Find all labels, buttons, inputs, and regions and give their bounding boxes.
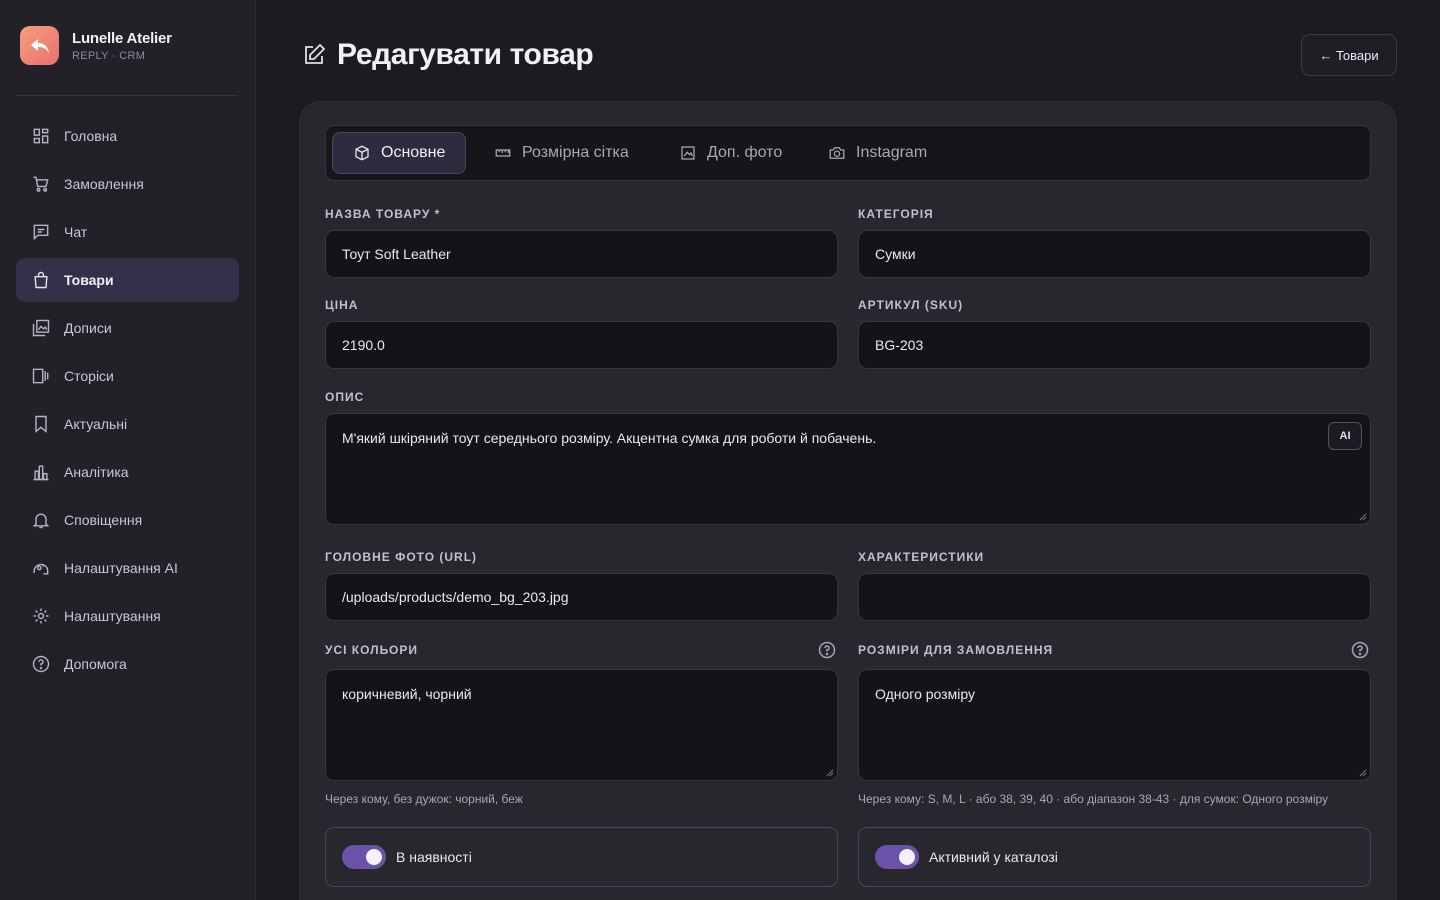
- specs-input[interactable]: [858, 573, 1371, 621]
- brand[interactable]: Lunelle Atelier REPLY · CRM: [20, 26, 172, 65]
- reply-logo-icon: [20, 26, 59, 65]
- chat-icon: [31, 222, 51, 242]
- price-label: ЦІНА: [325, 298, 359, 312]
- description-text: М'який шкіряний тоут середнього розміру.…: [342, 430, 877, 446]
- category-input[interactable]: Сумки: [858, 230, 1371, 278]
- specs-label: ХАРАКТЕРИСТИКИ: [858, 550, 985, 564]
- tab-basic[interactable]: Основне: [332, 132, 467, 174]
- sidebar-item-ai-settings[interactable]: Налаштування AI: [16, 546, 239, 590]
- brand-subtitle: REPLY · CRM: [72, 49, 146, 62]
- sidebar-item-label: Аналітика: [64, 464, 129, 480]
- sidebar-item-label: Налаштування AI: [64, 560, 178, 576]
- box-icon: [355, 145, 369, 161]
- sku-input[interactable]: BG-203: [858, 321, 1371, 369]
- bookmark-icon: [31, 414, 51, 434]
- page-title-text: Редагувати товар: [337, 38, 594, 71]
- main-photo-label: ГОЛОВНЕ ФОТО (URL): [325, 550, 478, 564]
- sidebar-item-label: Сповіщення: [64, 512, 143, 528]
- sidebar-item-label: Головна: [64, 128, 118, 144]
- sidebar-item-stories[interactable]: Сторіси: [16, 354, 239, 398]
- sidebar-item-label: Товари: [64, 272, 114, 288]
- sidebar-item-analytics[interactable]: Аналітика: [16, 450, 239, 494]
- analytics-icon: [31, 462, 51, 482]
- sidebar-item-label: Чат: [64, 224, 88, 240]
- sizes-hint: Через кому: S, M, L · або 38, 39, 40 · а…: [858, 792, 1329, 806]
- dashboard-icon: [31, 126, 51, 146]
- sidebar-divider: [16, 95, 238, 96]
- active-label: Активний у каталозі: [929, 849, 1058, 865]
- tab-label: Розмірна сітка: [522, 144, 629, 161]
- sidebar-item-chat[interactable]: Чат: [16, 210, 239, 254]
- sidebar-item-label: Сторіси: [64, 368, 114, 384]
- sidebar-item-help[interactable]: Допомога: [16, 642, 239, 686]
- sidebar-item-posts[interactable]: Дописи: [16, 306, 239, 350]
- sizes-label: РОЗМІРИ ДЛЯ ЗАМОВЛЕННЯ: [858, 643, 1054, 657]
- sidebar-item-orders[interactable]: Замовлення: [16, 162, 239, 206]
- resize-handle-icon[interactable]: [826, 769, 834, 777]
- colors-text: коричневий, чорний: [342, 686, 472, 702]
- tab-bar: Основне Розмірна сітка Доп. фото Instagr…: [325, 125, 1371, 181]
- in-stock-toggle-row[interactable]: В наявності: [325, 827, 838, 887]
- colors-label: УСІ КОЛЬОРИ: [325, 643, 419, 657]
- tab-label: Доп. фото: [707, 144, 783, 161]
- ai-settings-icon: [31, 558, 51, 578]
- active-toggle[interactable]: [875, 845, 919, 869]
- sidebar-item-label: Налаштування: [64, 608, 161, 624]
- active-toggle-row[interactable]: Активний у каталозі: [858, 827, 1371, 887]
- main-photo-input[interactable]: /uploads/products/demo_bg_203.jpg: [325, 573, 838, 621]
- cart-icon: [31, 174, 51, 194]
- ruler-icon: [495, 149, 511, 157]
- sidebar-item-label: Актуальні: [64, 416, 128, 432]
- sidebar-item-label: Замовлення: [64, 176, 144, 192]
- back-to-products-button[interactable]: ← Товари: [1301, 34, 1397, 76]
- sidebar-item-label: Дописи: [64, 320, 112, 336]
- tab-instagram[interactable]: Instagram: [828, 132, 927, 174]
- sidebar-nav: Головна Замовлення Чат Товари Дописи Сто…: [16, 114, 239, 690]
- colors-hint: Через кому, без дужок: чорний, беж: [325, 792, 523, 806]
- brand-name: Lunelle Atelier: [72, 29, 172, 47]
- image-icon: [681, 146, 695, 160]
- price-input[interactable]: 2190.0: [325, 321, 838, 369]
- gear-icon: [31, 606, 51, 626]
- sidebar-item-label: Допомога: [64, 656, 127, 672]
- bag-icon: [31, 270, 51, 290]
- name-label: НАЗВА ТОВАРУ *: [325, 207, 441, 221]
- in-stock-toggle[interactable]: [342, 845, 386, 869]
- page-title: Редагувати товар: [302, 38, 594, 72]
- sizes-textarea[interactable]: Одного розміру: [858, 669, 1371, 781]
- sidebar-item-notifications[interactable]: Сповіщення: [16, 498, 239, 542]
- sidebar: Lunelle Atelier REPLY · CRM Головна Замо…: [0, 0, 256, 900]
- camera-icon: [829, 147, 845, 159]
- help-icon: [31, 654, 51, 674]
- toggle-knob: [899, 849, 915, 865]
- gallery-icon: [31, 318, 51, 338]
- colors-textarea[interactable]: коричневий, чорний: [325, 669, 838, 781]
- tab-label: Основне: [381, 144, 446, 161]
- stories-icon: [31, 366, 51, 386]
- tab-label: Instagram: [856, 144, 928, 161]
- category-label: КАТЕГОРІЯ: [858, 207, 934, 221]
- edit-icon: [305, 43, 326, 64]
- resize-handle-icon[interactable]: [1359, 513, 1367, 521]
- sidebar-item-home[interactable]: Головна: [16, 114, 239, 158]
- description-textarea[interactable]: М'який шкіряний тоут середнього розміру.…: [325, 413, 1371, 525]
- sidebar-item-products[interactable]: Товари: [16, 258, 239, 302]
- colors-help-icon[interactable]: [818, 641, 836, 659]
- tab-size-chart[interactable]: Розмірна сітка: [494, 132, 629, 174]
- name-input[interactable]: Тоут Soft Leather: [325, 230, 838, 278]
- sidebar-item-settings[interactable]: Налаштування: [16, 594, 239, 638]
- sidebar-item-highlights[interactable]: Актуальні: [16, 402, 239, 446]
- sizes-text: Одного розміру: [875, 686, 975, 702]
- resize-handle-icon[interactable]: [1359, 769, 1367, 777]
- bell-icon: [31, 510, 51, 530]
- sku-label: АРТИКУЛ (SKU): [858, 298, 964, 312]
- toggle-knob: [366, 849, 382, 865]
- ai-generate-button[interactable]: AI: [1328, 422, 1362, 450]
- in-stock-label: В наявності: [396, 849, 472, 865]
- tab-extra-photos[interactable]: Доп. фото: [679, 132, 782, 174]
- sizes-help-icon[interactable]: [1351, 641, 1369, 659]
- description-label: ОПИС: [325, 390, 365, 404]
